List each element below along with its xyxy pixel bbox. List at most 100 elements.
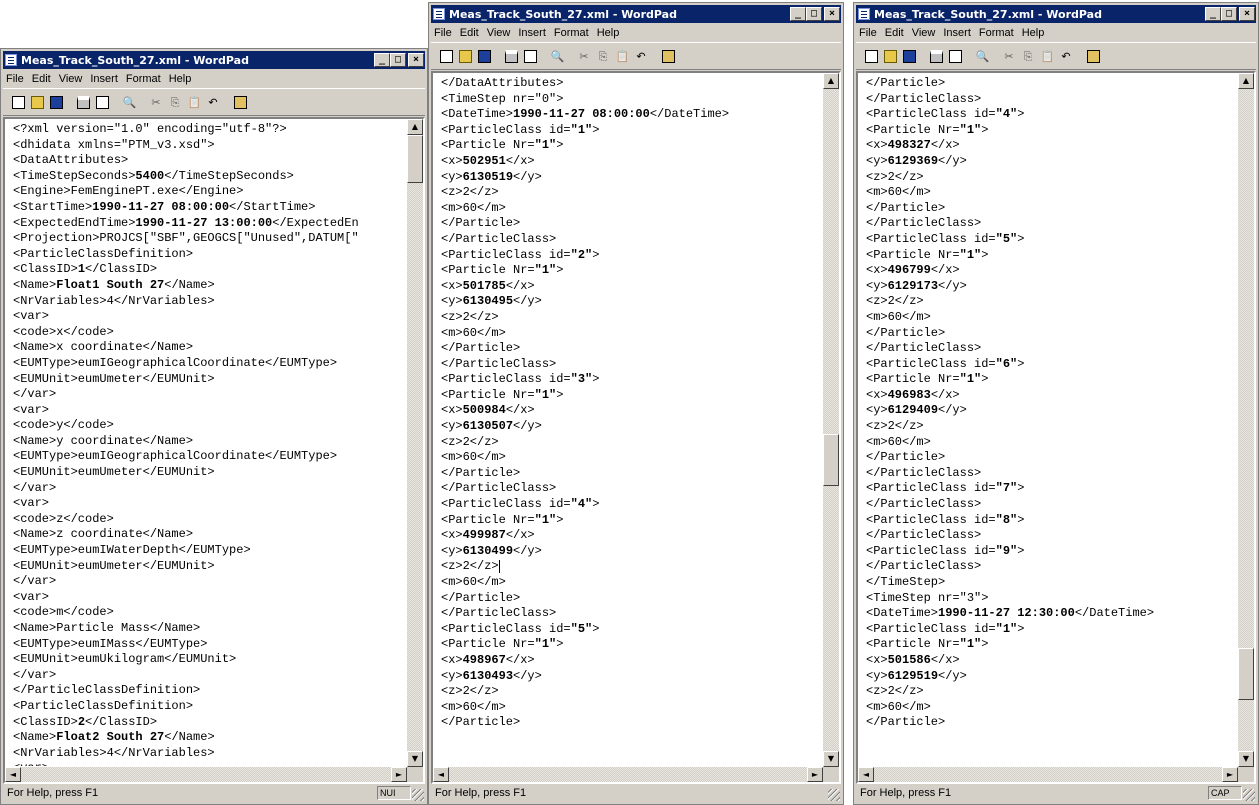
- copy-button[interactable]: ⎘: [1019, 47, 1037, 65]
- maximize-button[interactable]: □: [806, 7, 822, 21]
- menu-file[interactable]: File: [3, 73, 27, 85]
- scroll-thumb[interactable]: [823, 434, 839, 486]
- horizontal-scrollbar[interactable]: ◄ ►: [433, 767, 823, 782]
- scroll-thumb[interactable]: [407, 135, 423, 183]
- open-button[interactable]: [456, 47, 474, 65]
- resize-grip[interactable]: [1243, 789, 1255, 801]
- menu-help[interactable]: Help: [166, 73, 195, 85]
- close-button[interactable]: ×: [408, 53, 424, 67]
- cut-button[interactable]: ✂: [147, 93, 165, 111]
- cut-button[interactable]: ✂: [575, 47, 593, 65]
- wordpad-app-icon[interactable]: [858, 8, 870, 20]
- scroll-down-button[interactable]: ▼: [823, 751, 839, 767]
- menu-format[interactable]: Format: [976, 27, 1017, 39]
- vertical-scrollbar[interactable]: ▲ ▼: [823, 73, 839, 767]
- menu-view[interactable]: View: [56, 73, 86, 85]
- menu-view[interactable]: View: [484, 27, 514, 39]
- copy-button[interactable]: ⎘: [166, 93, 184, 111]
- undo-button[interactable]: ↶: [632, 47, 650, 65]
- menu-file[interactable]: File: [856, 27, 880, 39]
- copy-button[interactable]: ⎘: [594, 47, 612, 65]
- scroll-down-button[interactable]: ▼: [1238, 751, 1254, 767]
- undo-button[interactable]: ↶: [1057, 47, 1075, 65]
- new-button[interactable]: [862, 47, 880, 65]
- menu-insert[interactable]: Insert: [515, 27, 549, 39]
- resize-grip[interactable]: [412, 789, 424, 801]
- menu-format[interactable]: Format: [123, 73, 164, 85]
- open-button[interactable]: [28, 93, 46, 111]
- menu-file[interactable]: File: [431, 27, 455, 39]
- scroll-up-button[interactable]: ▲: [1238, 73, 1254, 89]
- scroll-down-button[interactable]: ▼: [407, 751, 423, 767]
- open-button[interactable]: [881, 47, 899, 65]
- menu-help[interactable]: Help: [1019, 27, 1048, 39]
- wordpad-window-3[interactable]: Meas_Track_South_27.xml - WordPad _ □ × …: [853, 2, 1259, 805]
- document-text[interactable]: </DataAttributes> <TimeStep nr="0"> <DateT…: [441, 76, 821, 766]
- minimize-button[interactable]: _: [1205, 7, 1221, 21]
- find-button[interactable]: 🔍: [973, 47, 991, 65]
- document-area[interactable]: </Particle> </ParticleClass> <ParticleClas…: [856, 71, 1256, 784]
- menu-view[interactable]: View: [909, 27, 939, 39]
- wordpad-window-2[interactable]: Meas_Track_South_27.xml - WordPad _ □ × …: [428, 2, 844, 805]
- print-button[interactable]: [502, 47, 520, 65]
- menu-insert[interactable]: Insert: [87, 73, 121, 85]
- document-text[interactable]: <?xml version="1.0" encoding="utf-8"?> <d…: [13, 122, 405, 766]
- minimize-button[interactable]: _: [374, 53, 390, 67]
- save-button[interactable]: [475, 47, 493, 65]
- date-time-button[interactable]: [1084, 47, 1102, 65]
- scroll-right-button[interactable]: ►: [391, 767, 407, 782]
- wordpad-window-1[interactable]: Meas_Track_South_27.xml - WordPad _ □ × …: [0, 48, 428, 805]
- maximize-button[interactable]: □: [390, 53, 406, 67]
- resize-grip[interactable]: [828, 789, 840, 801]
- find-button[interactable]: 🔍: [120, 93, 138, 111]
- print-button[interactable]: [927, 47, 945, 65]
- scroll-right-button[interactable]: ►: [807, 767, 823, 782]
- paste-button[interactable]: 📋: [613, 47, 631, 65]
- vertical-scrollbar[interactable]: ▲ ▼: [407, 119, 423, 767]
- title-bar[interactable]: Meas_Track_South_27.xml - WordPad _ □ ×: [3, 51, 425, 69]
- horizontal-scrollbar[interactable]: ◄ ►: [858, 767, 1238, 782]
- title-bar[interactable]: Meas_Track_South_27.xml - WordPad _ □ ×: [856, 5, 1256, 23]
- menu-format[interactable]: Format: [551, 27, 592, 39]
- scroll-left-button[interactable]: ◄: [5, 767, 21, 782]
- document-area[interactable]: </DataAttributes> <TimeStep nr="0"> <DateT…: [431, 71, 841, 784]
- scroll-left-button[interactable]: ◄: [858, 767, 874, 782]
- cut-button[interactable]: ✂: [1000, 47, 1018, 65]
- scroll-right-button[interactable]: ►: [1222, 767, 1238, 782]
- undo-button[interactable]: ↶: [204, 93, 222, 111]
- close-button[interactable]: ×: [1239, 7, 1255, 21]
- print-preview-button[interactable]: [946, 47, 964, 65]
- scroll-up-button[interactable]: ▲: [407, 119, 423, 135]
- scroll-left-button[interactable]: ◄: [433, 767, 449, 782]
- date-time-button[interactable]: [231, 93, 249, 111]
- date-time-button[interactable]: [659, 47, 677, 65]
- new-button[interactable]: [437, 47, 455, 65]
- find-button[interactable]: 🔍: [548, 47, 566, 65]
- scroll-thumb[interactable]: [1238, 648, 1254, 700]
- document-text[interactable]: </Particle> </ParticleClass> <ParticleClas…: [866, 76, 1236, 766]
- title-bar[interactable]: Meas_Track_South_27.xml - WordPad _ □ ×: [431, 5, 841, 23]
- maximize-button[interactable]: □: [1221, 7, 1237, 21]
- menu-insert[interactable]: Insert: [940, 27, 974, 39]
- save-button[interactable]: [900, 47, 918, 65]
- print-preview-button[interactable]: [521, 47, 539, 65]
- print-preview-button[interactable]: [93, 93, 111, 111]
- menu-edit[interactable]: Edit: [457, 27, 482, 39]
- vertical-scrollbar[interactable]: ▲ ▼: [1238, 73, 1254, 767]
- menu-edit[interactable]: Edit: [882, 27, 907, 39]
- document-area[interactable]: <?xml version="1.0" encoding="utf-8"?> <d…: [3, 117, 425, 784]
- save-button[interactable]: [47, 93, 65, 111]
- close-button[interactable]: ×: [824, 7, 840, 21]
- paste-button[interactable]: 📋: [185, 93, 203, 111]
- print-button[interactable]: [74, 93, 92, 111]
- paste-button[interactable]: 📋: [1038, 47, 1056, 65]
- wordpad-app-icon[interactable]: [5, 54, 17, 66]
- new-button[interactable]: [9, 93, 27, 111]
- horizontal-scrollbar[interactable]: ◄ ►: [5, 767, 407, 782]
- wordpad-app-icon[interactable]: [433, 8, 445, 20]
- menu-edit[interactable]: Edit: [29, 73, 54, 85]
- menu-help[interactable]: Help: [594, 27, 623, 39]
- text-line: <?xml version="1.0" encoding="utf-8"?>: [13, 122, 287, 136]
- minimize-button[interactable]: _: [790, 7, 806, 21]
- scroll-up-button[interactable]: ▲: [823, 73, 839, 89]
